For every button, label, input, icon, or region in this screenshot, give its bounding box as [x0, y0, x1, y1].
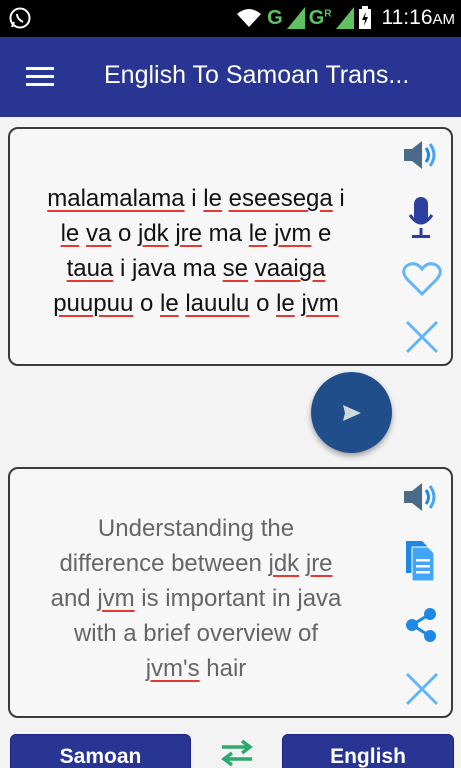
battery-charging-icon [358, 6, 371, 29]
text-segment: Understanding the [97, 515, 295, 542]
text-segment: i [332, 185, 345, 212]
microphone-icon[interactable] [408, 195, 434, 241]
wifi-icon [237, 9, 262, 27]
text-line: taua i java ma se vaaiga [16, 251, 376, 286]
source-text[interactable]: malamalama i le eseesega i le va o jdk jr… [16, 181, 376, 321]
heart-icon[interactable] [402, 261, 442, 297]
text-line: Understanding the [16, 511, 376, 546]
misspelled-word: le [159, 290, 179, 317]
close-icon[interactable] [404, 671, 440, 707]
text-segment: o [133, 290, 160, 317]
text-line: difference between jdk jre [16, 546, 376, 581]
send-icon [342, 404, 361, 421]
speaker-icon[interactable] [402, 479, 442, 515]
misspelled-word: jvm [301, 290, 339, 317]
text-line: le va o jdk jre ma le jvm e [16, 216, 376, 251]
text-segment [248, 255, 255, 282]
text-segment [79, 220, 86, 247]
translation-text: Understanding the difference between jdk … [16, 511, 376, 686]
clock: 11:16AM [381, 6, 456, 29]
misspelled-word: jre [175, 220, 203, 247]
text-line: jvm's hair [16, 651, 376, 686]
misspelled-word: le [60, 220, 80, 247]
status-bar: G GR 11:16AM [0, 0, 461, 37]
misspelled-word: se [222, 255, 249, 282]
text-segment: hair [199, 655, 247, 682]
text-line: and jvm is important in java [16, 581, 376, 616]
text-segment [222, 185, 229, 212]
whatsapp-icon [9, 7, 31, 29]
misspelled-word: jvm [274, 220, 312, 247]
close-icon[interactable] [404, 319, 440, 355]
speaker-icon[interactable] [402, 137, 442, 173]
misspelled-word: va [85, 220, 112, 247]
text-segment: is important in java [134, 585, 342, 612]
text-line: with a brief overview of [16, 616, 376, 651]
misspelled-word: puupuu [53, 290, 134, 317]
text-segment: o [249, 290, 277, 317]
copy-icon[interactable] [404, 539, 436, 583]
misspelled-word: vaaiga [254, 255, 326, 282]
source-text-card[interactable]: malamalama i le eseesega i le va o jdk jr… [8, 127, 453, 366]
misspelled-word: jdk [137, 220, 169, 247]
network-type-label-2: GR [308, 6, 332, 29]
misspelled-word: jdk [268, 550, 300, 577]
text-segment: with a brief overview of [73, 620, 319, 647]
network-type-label: G [267, 6, 283, 29]
text-segment: i java ma [113, 255, 223, 282]
misspelled-word: eseesega [228, 185, 333, 212]
text-segment: and [50, 585, 98, 612]
swap-arrows-icon[interactable] [218, 739, 256, 767]
misspelled-word: jvm's [145, 655, 200, 682]
share-icon[interactable] [404, 607, 438, 643]
misspelled-word: malamalama [47, 185, 185, 212]
menu-icon[interactable] [26, 67, 54, 87]
translate-button[interactable] [311, 372, 392, 453]
page-title: English To Samoan Trans... [104, 61, 410, 89]
misspelled-word: le [248, 220, 268, 247]
app-bar: English To Samoan Trans... [0, 37, 461, 117]
misspelled-word: le [203, 185, 222, 212]
misspelled-word: lauulu [185, 290, 250, 317]
signal-icon [286, 7, 305, 29]
text-segment: ma [202, 220, 249, 247]
text-line: puupuu o le lauulu o le jvm [16, 286, 376, 321]
misspelled-word: jre [305, 550, 333, 577]
misspelled-word: jvm [97, 585, 135, 612]
text-segment [299, 550, 306, 577]
misspelled-word: le [276, 290, 295, 317]
text-line: malamalama i le eseesega i [16, 181, 376, 216]
from-language-button[interactable]: Samoan [10, 734, 191, 768]
translation-text-card[interactable]: Understanding the difference between jdk … [8, 467, 453, 718]
misspelled-word: taua [66, 255, 114, 282]
to-language-button[interactable]: English [282, 734, 454, 768]
text-segment: e [311, 220, 332, 247]
text-segment: difference between [59, 550, 269, 577]
text-segment: o [111, 220, 138, 247]
signal-icon-2 [335, 7, 354, 29]
text-segment: i [184, 185, 204, 212]
